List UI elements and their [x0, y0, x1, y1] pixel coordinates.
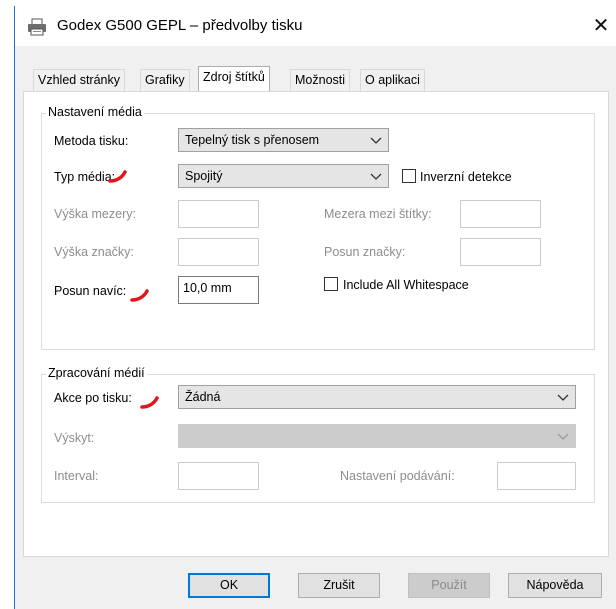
tab-label-source[interactable]: Zdroj štítků [198, 66, 270, 91]
mark-offset-input[interactable] [460, 238, 541, 266]
print-method-value: Tepelný tisk s přenosem [185, 133, 320, 147]
tab-graphics[interactable]: Grafiky [140, 69, 190, 91]
chevron-down-icon [557, 386, 569, 408]
printer-icon [27, 18, 47, 36]
mark-height-label: Výška značky: [54, 245, 134, 259]
mark-height-input[interactable] [178, 238, 259, 266]
media-type-value: Spojitý [185, 169, 223, 183]
feed-setting-input[interactable] [497, 462, 576, 490]
annotation-mark [108, 170, 127, 183]
media-type-select[interactable]: Spojitý [178, 164, 389, 188]
tab-options[interactable]: Možnosti [290, 69, 351, 91]
tab-panel: Nastavení média Metoda tisku: Tepelný ti… [23, 91, 609, 557]
window-title: Godex G500 GEPL – předvolby tisku [57, 17, 303, 34]
print-method-select[interactable]: Tepelný tisk s přenosem [178, 128, 389, 152]
gap-height-input[interactable] [178, 200, 259, 228]
cancel-button[interactable]: Zrušit [298, 573, 380, 598]
label-gap-label: Mezera mezi štítky: [324, 207, 432, 221]
print-method-label: Metoda tisku: [54, 134, 129, 148]
label-gap-input[interactable] [460, 200, 541, 228]
include-whitespace-label: Include All Whitespace [343, 278, 469, 292]
help-button[interactable]: Nápověda [508, 573, 602, 598]
feed-setting-label: Nastavení podávání: [340, 469, 455, 483]
annotation-mark [140, 396, 159, 409]
ok-button[interactable]: OK [188, 573, 270, 598]
interval-input[interactable] [178, 462, 259, 490]
occurrence-label: Výskyt: [54, 431, 95, 445]
close-button[interactable]: ✕ [587, 12, 615, 40]
tab-page-layout[interactable]: Vzhled stránky [33, 69, 125, 91]
chevron-down-icon [557, 425, 569, 447]
chevron-down-icon [370, 129, 382, 151]
media-type-label: Typ média: [54, 170, 116, 184]
chevron-down-icon [370, 165, 382, 187]
post-print-action-value: Žádná [185, 390, 221, 404]
print-preferences-dialog: Godex G500 GEPL – předvolby tisku ✕ Vzhl… [14, 6, 616, 609]
inverse-detection-label: Inverzní detekce [420, 170, 512, 184]
post-print-action-label: Akce po tisku: [54, 391, 132, 405]
apply-button[interactable]: Použít [408, 573, 490, 598]
occurrence-select[interactable] [178, 424, 576, 448]
extra-offset-label: Posun navíc: [54, 284, 127, 298]
mark-offset-label: Posun značky: [324, 245, 406, 259]
include-whitespace-checkbox[interactable] [324, 277, 338, 291]
extra-offset-input[interactable]: 10,0 mm [178, 276, 259, 304]
annotation-mark [130, 289, 149, 302]
gap-height-label: Výška mezery: [54, 207, 136, 221]
post-print-action-select[interactable]: Žádná [178, 385, 576, 409]
tab-about[interactable]: O aplikaci [360, 69, 425, 91]
media-handling-title: Zpracování médií [46, 366, 147, 380]
title-bar: Godex G500 GEPL – předvolby tisku ✕ [15, 6, 616, 46]
inverse-detection-checkbox[interactable] [402, 169, 416, 183]
interval-label: Interval: [54, 469, 99, 483]
media-settings-title: Nastavení média [46, 105, 144, 119]
